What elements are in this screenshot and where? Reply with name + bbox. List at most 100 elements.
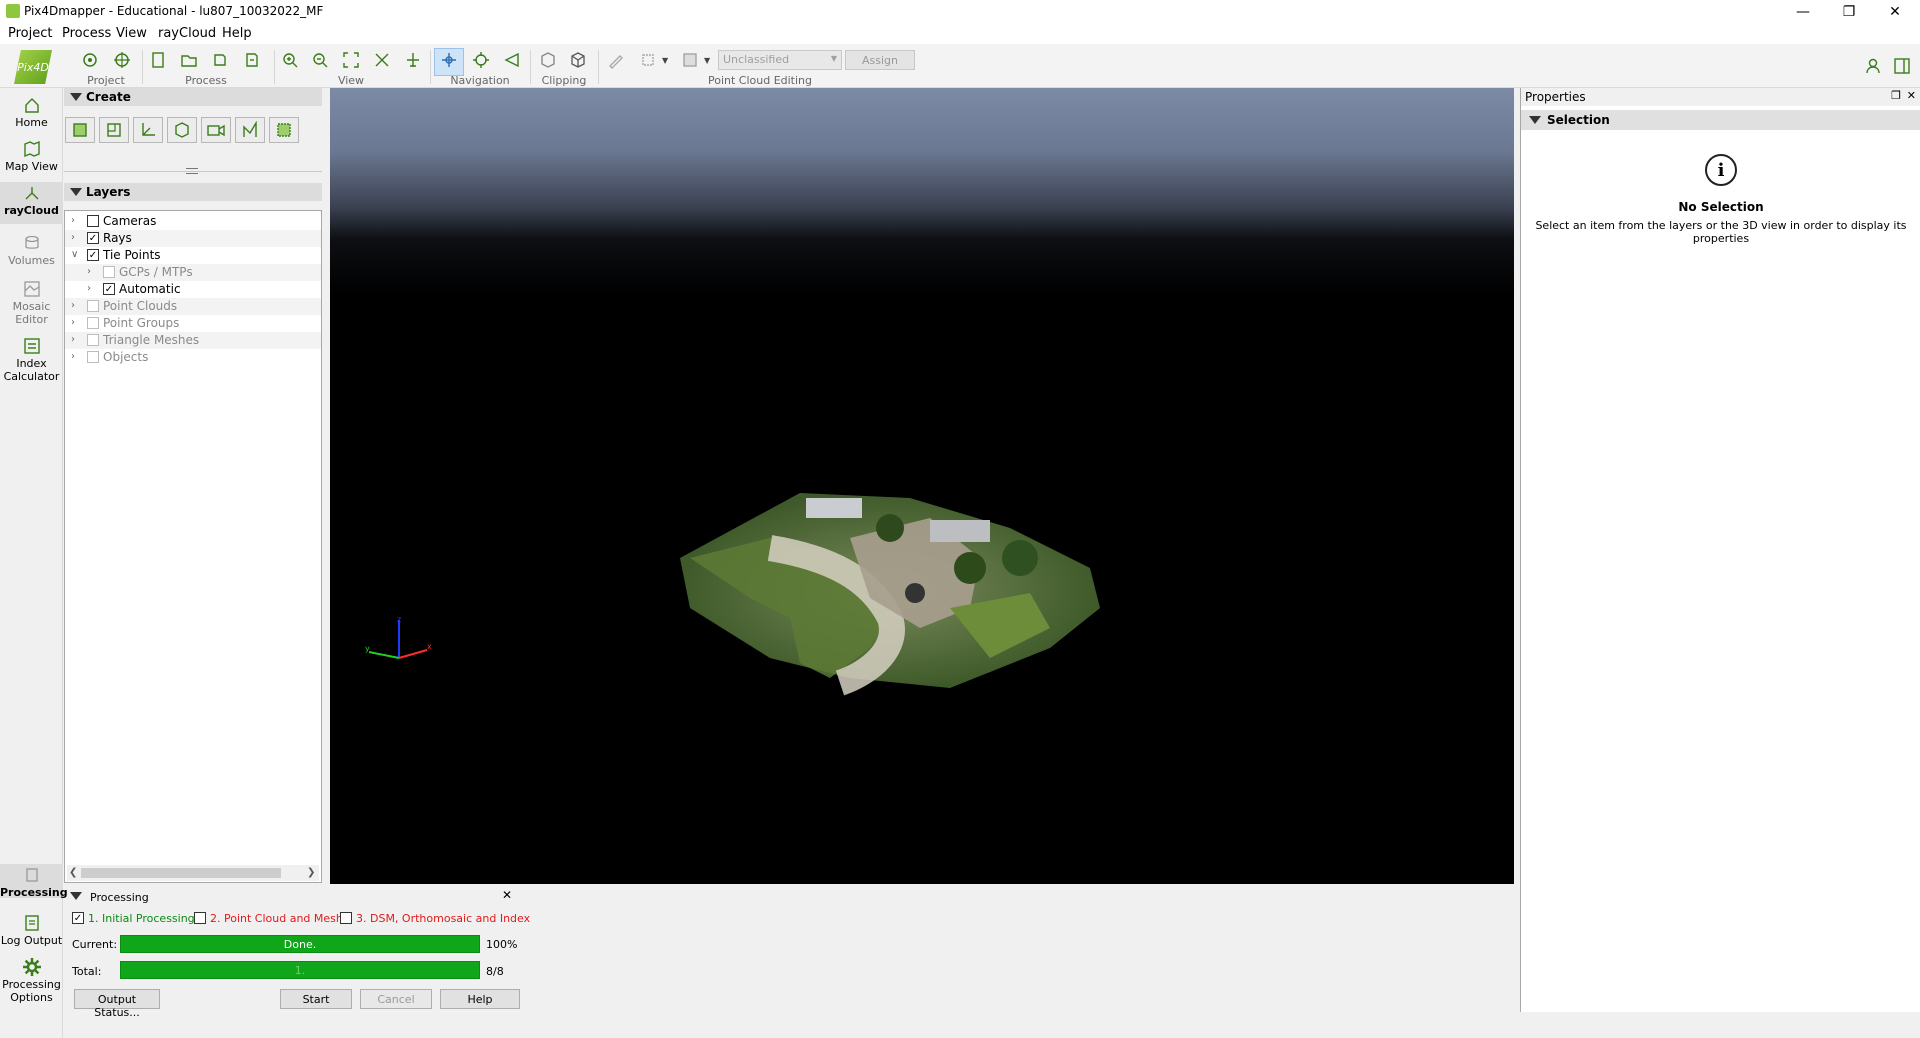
start-button[interactable]: Start [280,989,352,1009]
output-status-button[interactable]: Output Status... [74,989,160,1019]
layer-row[interactable]: › Point Groups [65,315,321,332]
restore-icon[interactable]: ❐ [1826,0,1872,24]
chevron-right-icon[interactable]: › [87,284,97,294]
step-3-checkbox[interactable] [340,912,352,924]
collapse-icon[interactable] [70,892,82,900]
edit-densified-points-icon[interactable] [604,48,628,72]
menu-process[interactable]: Process [58,26,115,41]
close-panel-icon[interactable]: ✕ [502,888,512,902]
step-dsm-orthomosaic[interactable]: 3. DSM, Orthomosaic and Index [340,912,530,926]
zoom-extent-icon[interactable] [339,48,363,72]
assign-button[interactable]: Assign [845,50,915,70]
clipping-cube-icon[interactable] [566,48,590,72]
layer-checkbox[interactable] [87,351,99,363]
layer-row[interactable]: › ✓ Rays [65,230,321,247]
chevron-right-icon[interactable]: › [71,216,81,226]
nav-log-output[interactable]: Log Output [0,912,63,952]
3d-view[interactable]: x y z [330,88,1514,884]
create-polyline-icon[interactable] [65,117,95,143]
close-icon[interactable]: ✕ [1872,0,1918,24]
create-surface-icon[interactable] [99,117,129,143]
layer-row[interactable]: › ✓ Automatic [65,281,321,298]
layer-checkbox[interactable] [87,317,99,329]
splitter-grip-icon[interactable] [186,168,198,174]
layer-checkbox[interactable] [87,300,99,312]
menu-project[interactable]: Project [4,26,56,41]
first-person-navigation-icon[interactable] [469,48,493,72]
layer-row[interactable]: ∨ ✓ Tie Points [65,247,321,264]
chevron-right-icon[interactable]: › [71,318,81,328]
chevron-right-icon[interactable]: › [71,233,81,243]
step-1-checkbox[interactable]: ✓ [72,912,84,924]
project-properties-icon[interactable] [78,48,102,72]
step-2-checkbox[interactable] [194,912,206,924]
minimize-icon[interactable]: — [1780,0,1826,24]
trackball-navigation-icon[interactable] [437,48,461,72]
layer-row[interactable]: › GCPs / MTPs [65,264,321,281]
nav-processing-options[interactable]: Processing Options [0,956,63,1010]
zoom-in-icon[interactable] [278,48,302,72]
layer-row[interactable]: › Cameras [65,213,321,230]
close-panel-icon[interactable]: ✕ [1907,89,1916,102]
layer-row[interactable]: › Triangle Meshes [65,332,321,349]
open-folder-icon[interactable] [177,48,201,72]
horizontal-scrollbar[interactable]: ❮ ❯ [67,865,319,881]
reprocess-icon[interactable] [208,48,232,72]
layers-panel-header[interactable]: Layers [64,183,322,201]
layer-checkbox[interactable]: ✓ [87,232,99,244]
nav-index-calculator[interactable]: Index Calculator [0,335,63,389]
zoom-out-icon[interactable] [308,48,332,72]
layer-checkbox[interactable] [103,266,115,278]
create-panel-header[interactable]: Create [64,88,322,106]
scroll-right-icon[interactable]: ❯ [307,867,315,878]
chevron-down-icon[interactable]: ▼ [662,56,668,65]
layer-checkbox[interactable]: ✓ [87,249,99,261]
step-point-cloud-mesh[interactable]: 2. Point Cloud and Mesh [194,912,343,926]
class-color-icon[interactable] [678,48,702,72]
chevron-right-icon[interactable]: › [71,301,81,311]
scrollbar-thumb[interactable] [81,868,281,878]
layer-checkbox[interactable] [87,334,99,346]
chevron-right-icon[interactable]: › [71,352,81,362]
menu-view[interactable]: View [112,26,151,41]
layer-row[interactable]: › Point Clouds [65,298,321,315]
target-icon[interactable] [110,48,134,72]
sync-icon[interactable] [240,48,264,72]
chevron-down-icon[interactable]: ▼ [704,56,710,65]
nav-home[interactable]: Home [0,94,63,134]
selection-section-header[interactable]: Selection [1521,110,1920,130]
nav-map-view[interactable]: Map View [0,138,63,178]
nav-volumes[interactable]: Volumes [0,232,63,272]
float-panel-icon[interactable]: ❐ [1891,89,1901,102]
sidebar-toggle-icon[interactable] [1890,54,1914,78]
help-button[interactable]: Help [440,989,520,1009]
fit-icon[interactable] [370,48,394,72]
process-report-icon[interactable] [146,48,170,72]
nav-raycloud[interactable]: rayCloud [0,182,63,224]
menu-help[interactable]: Help [218,26,256,41]
nav-processing[interactable]: Processing [0,864,68,899]
layer-row[interactable]: › Objects [65,349,321,366]
create-volume-icon[interactable] [167,117,197,143]
chevron-down-icon[interactable]: ∨ [71,250,81,260]
fly-navigation-icon[interactable] [500,48,524,72]
selection-icon[interactable] [636,48,660,72]
layer-checkbox[interactable]: ✓ [103,283,115,295]
create-ortho-plane-icon[interactable] [269,117,299,143]
chevron-right-icon[interactable]: › [87,267,97,277]
layer-checkbox[interactable] [87,215,99,227]
nav-mosaic-editor[interactable]: Mosaic Editor [0,278,63,330]
create-measure-icon[interactable] [235,117,265,143]
x-axis-label: x [427,642,432,651]
cancel-button[interactable]: Cancel [360,989,432,1009]
create-video-icon[interactable] [201,117,231,143]
chevron-right-icon[interactable]: › [71,335,81,345]
create-axis-icon[interactable] [133,117,163,143]
scroll-left-icon[interactable]: ❮ [69,867,77,878]
account-icon[interactable] [1862,54,1886,78]
step-initial-processing[interactable]: ✓ 1. Initial Processing [72,912,196,926]
point-class-dropdown[interactable]: Unclassified ▼ [718,50,842,70]
airplane-icon[interactable] [401,48,425,72]
menu-raycloud[interactable]: rayCloud [154,26,220,41]
clipping-box-icon[interactable] [536,48,560,72]
